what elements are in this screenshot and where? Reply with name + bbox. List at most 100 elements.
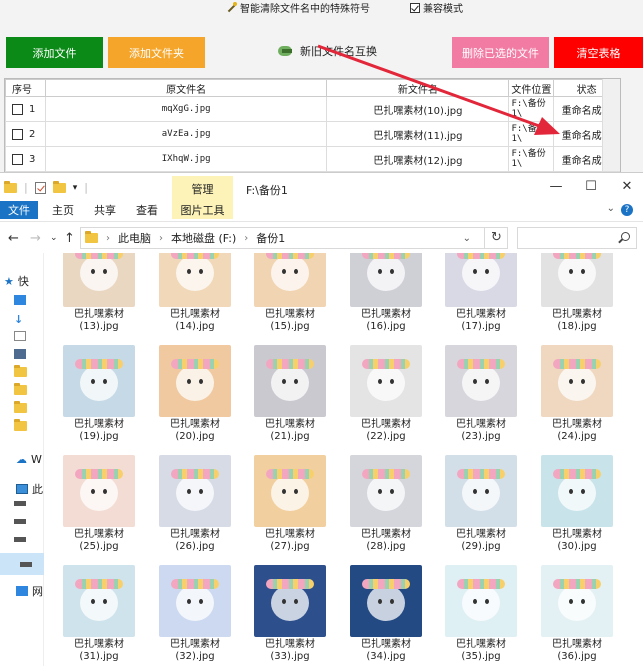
sidebar-item-folder[interactable] <box>14 401 27 413</box>
file-item[interactable]: 巴扎嘿素材 (17).jpg <box>434 253 528 333</box>
file-extension: (36).jpg <box>557 651 597 662</box>
properties-icon[interactable] <box>34 181 46 194</box>
file-item[interactable]: 巴扎嘿素材 (34).jpg <box>339 565 433 663</box>
window-title: F:\备份1 <box>246 184 288 197</box>
tab-view[interactable]: 查看 <box>128 201 166 219</box>
search-input[interactable] <box>517 227 637 249</box>
sidebar-item-drive[interactable] <box>14 501 26 506</box>
address-bar[interactable]: › 此电脑 › 本地磁盘 (F:) › 备份1 ⌄ <box>80 227 508 249</box>
file-item[interactable]: 巴扎嘿素材 (33).jpg <box>243 565 337 663</box>
ribbon-expand-icon[interactable]: ⌄ <box>607 203 615 214</box>
file-name: 巴扎嘿素材 <box>265 419 315 430</box>
row-checkbox[interactable] <box>12 128 23 140</box>
file-item[interactable]: 巴扎嘿素材 (16).jpg <box>339 253 433 333</box>
file-item[interactable]: 巴扎嘿素材 (20).jpg <box>148 345 242 443</box>
address-dropdown-icon[interactable]: ⌄ <box>463 233 477 244</box>
image-thumbnail <box>63 253 135 307</box>
flower-crown <box>457 359 505 369</box>
help-icon[interactable]: ? <box>621 204 633 216</box>
tab-share[interactable]: 共享 <box>86 201 124 219</box>
sidebar-item-folder[interactable] <box>14 383 27 395</box>
checkbox-checked-icon[interactable] <box>410 2 420 13</box>
navigation-pane: ★ 快 ↓ ☁ W 此 网 <box>0 253 44 666</box>
file-item[interactable]: 巴扎嘿素材 (14).jpg <box>148 253 242 333</box>
image-thumbnail <box>350 253 422 307</box>
file-name: 巴扎嘿素材 <box>456 419 506 430</box>
row-checkbox[interactable] <box>12 153 23 165</box>
row-checkbox[interactable] <box>12 103 23 115</box>
file-item[interactable]: 巴扎嘿素材 (29).jpg <box>434 455 528 553</box>
file-item[interactable]: 巴扎嘿素材 (18).jpg <box>530 253 624 333</box>
tab-home[interactable]: 主页 <box>44 201 82 219</box>
refresh-icon[interactable]: ↻ <box>484 228 508 248</box>
file-item[interactable]: 巴扎嘿素材 (19).jpg <box>52 345 146 443</box>
file-item[interactable]: 巴扎嘿素材 (31).jpg <box>52 565 146 663</box>
file-item[interactable]: 巴扎嘿素材 (13).jpg <box>52 253 146 333</box>
breadcrumb-this-pc[interactable]: 此电脑 <box>118 230 151 246</box>
table-row[interactable]: 1 mqXgG.jpg 巴扎嘿素材(10).jpg F:\备份1\ 重命名成功 <box>5 96 620 122</box>
sidebar-item-documents[interactable] <box>14 331 26 341</box>
table-row[interactable]: 2 aVzEa.jpg 巴扎嘿素材(11).jpg F:\备份1\ 重命名成功 <box>5 121 620 147</box>
minimize-icon[interactable]: — <box>546 179 566 194</box>
clear-table-button[interactable]: 清空表格 <box>554 37 643 68</box>
file-item[interactable]: 巴扎嘿素材 (25).jpg <box>52 455 146 553</box>
col-original-name[interactable]: 原文件名 <box>44 79 328 97</box>
sidebar-item-pictures[interactable] <box>14 349 26 359</box>
file-item[interactable]: 巴扎嘿素材 (15).jpg <box>243 253 337 333</box>
file-item[interactable]: 巴扎嘿素材 (32).jpg <box>148 565 242 663</box>
location-cell: F:\备份1\ <box>508 121 555 147</box>
eye <box>199 379 203 384</box>
file-item[interactable]: 巴扎嘿素材 (24).jpg <box>530 345 624 443</box>
table-scrollbar[interactable] <box>602 79 620 171</box>
eye <box>378 599 382 604</box>
file-item[interactable]: 巴扎嘿素材 (21).jpg <box>243 345 337 443</box>
sidebar-item-quick-access[interactable]: ★ 快 <box>4 273 29 289</box>
sidebar-item-desktop[interactable] <box>14 295 26 305</box>
sidebar-item-onedrive[interactable]: ☁ W <box>16 453 42 466</box>
close-icon[interactable]: ✕ <box>617 179 637 194</box>
chevron-down-icon[interactable]: ▾ <box>73 183 78 193</box>
forward-arrow-icon[interactable]: → <box>30 231 41 246</box>
file-item[interactable]: 巴扎嘿素材 (36).jpg <box>530 565 624 663</box>
col-location[interactable]: 文件位置 <box>508 79 555 97</box>
sidebar-item-drive[interactable] <box>14 537 26 542</box>
tab-manage[interactable]: 管理 <box>172 176 233 201</box>
file-table: 序号 原文件名 新文件名 文件位置 状态 1 mqXgG.jpg 巴扎嘿素材(1… <box>4 78 621 172</box>
up-arrow-icon[interactable]: ↑ <box>64 231 75 246</box>
col-new-name[interactable]: 新文件名 <box>326 79 510 97</box>
breadcrumb-folder[interactable]: 备份1 <box>256 230 285 246</box>
recent-dropdown-icon[interactable]: ⌄ <box>50 233 58 243</box>
table-row[interactable]: 3 IXhqW.jpg 巴扎嘿素材(12).jpg F:\备份1\ 重命名成功 <box>5 146 620 172</box>
delete-selected-button[interactable]: 删除已选的文件 <box>452 37 549 68</box>
file-name: 巴扎嘿素材 <box>552 639 602 650</box>
file-item[interactable]: 巴扎嘿素材 (35).jpg <box>434 565 528 663</box>
animal-face <box>462 365 500 401</box>
back-arrow-icon[interactable]: ← <box>8 231 19 246</box>
breadcrumb-drive[interactable]: 本地磁盘 (F:) <box>171 230 236 246</box>
sidebar-item-this-pc[interactable]: 此 <box>16 481 43 497</box>
col-index[interactable]: 序号 <box>5 79 46 97</box>
new-folder-icon[interactable] <box>52 180 66 193</box>
tab-picture-tools[interactable]: 图片工具 <box>172 201 233 219</box>
add-file-button[interactable]: 添加文件 <box>6 37 103 68</box>
swap-names-button[interactable]: 新旧文件名互换 <box>276 43 377 59</box>
file-item[interactable]: 巴扎嘿素材 (28).jpg <box>339 455 433 553</box>
maximize-icon[interactable]: ☐ <box>581 179 601 194</box>
sidebar-item-drive-f[interactable] <box>0 553 44 575</box>
sidebar-item-downloads[interactable]: ↓ <box>14 313 23 326</box>
sidebar-item-drive[interactable] <box>14 519 26 524</box>
picture-icon <box>14 349 26 359</box>
file-item[interactable]: 巴扎嘿素材 (23).jpg <box>434 345 528 443</box>
file-item[interactable]: 巴扎嘿素材 (27).jpg <box>243 455 337 553</box>
file-extension: (35).jpg <box>461 651 501 662</box>
sidebar-item-network[interactable]: 网 <box>16 583 43 599</box>
file-item[interactable]: 巴扎嘿素材 (22).jpg <box>339 345 433 443</box>
sidebar-item-folder[interactable] <box>14 365 27 377</box>
file-item[interactable]: 巴扎嘿素材 (26).jpg <box>148 455 242 553</box>
add-folder-button[interactable]: 添加文件夹 <box>108 37 205 68</box>
sidebar-item-folder[interactable] <box>14 419 27 431</box>
tab-file[interactable]: 文件 <box>0 201 38 219</box>
clean-special-chars-option[interactable]: 智能清除文件名中的特殊符号 <box>226 0 370 15</box>
file-item[interactable]: 巴扎嘿素材 (30).jpg <box>530 455 624 553</box>
compat-mode-checkbox[interactable]: 兼容模式 <box>410 0 463 15</box>
